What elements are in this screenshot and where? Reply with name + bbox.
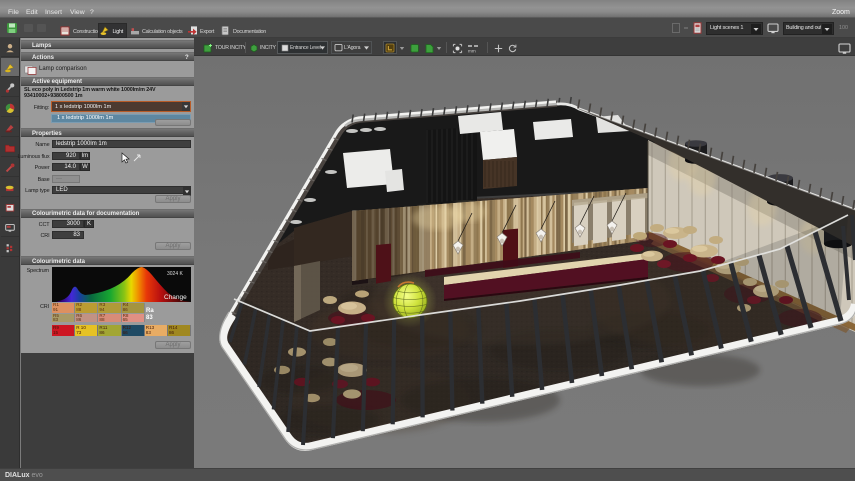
svg-text:mm: mm bbox=[468, 48, 476, 53]
svg-text:Change: Change bbox=[164, 294, 187, 301]
svg-text:3024 K: 3024 K bbox=[167, 271, 184, 277]
